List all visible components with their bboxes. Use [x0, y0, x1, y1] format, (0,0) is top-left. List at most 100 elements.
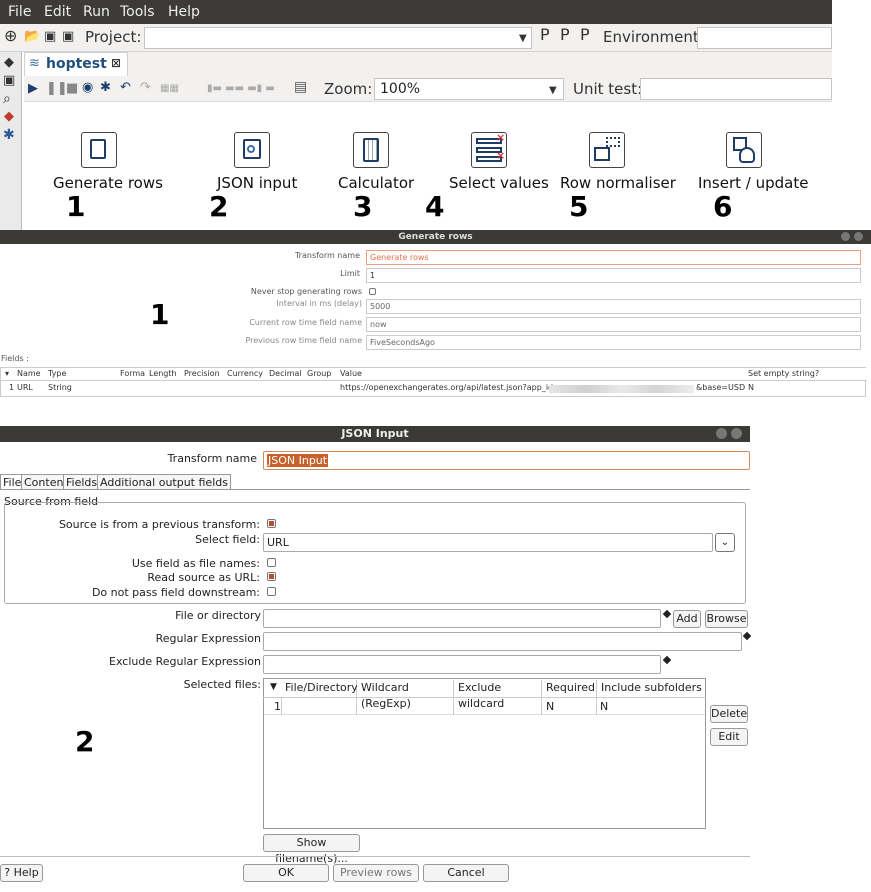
- column-header: Precision: [184, 369, 220, 378]
- open-icon[interactable]: 📂: [24, 30, 40, 44]
- row-normaliser-icon: [589, 132, 625, 168]
- help-button[interactable]: ? Help: [0, 864, 43, 882]
- show-filenames-button[interactable]: Show filename(s)...: [263, 834, 360, 865]
- tab-hoptest[interactable]: ≋ hoptest ⊠: [24, 52, 128, 76]
- column-header: Include subfolders: [597, 680, 704, 697]
- row-index: 1: [9, 383, 15, 392]
- project-add-icon[interactable]: P: [560, 27, 570, 43]
- metadata-perspective-icon[interactable]: ▣: [3, 74, 15, 88]
- zoom-value: 100%: [380, 81, 421, 97]
- table-row[interactable]: 1 N N: [264, 698, 705, 715]
- column-header: Name: [17, 369, 41, 378]
- plugins-icon[interactable]: ✱: [3, 128, 15, 142]
- redo-icon[interactable]: ↷: [140, 81, 151, 95]
- edit-button[interactable]: Edit: [710, 728, 748, 746]
- metrics-icon[interactable]: ▤: [294, 80, 307, 94]
- column-header: Wildcard (RegExp): [357, 680, 454, 710]
- redacted-app-id: [549, 385, 694, 393]
- environment-select[interactable]: [697, 27, 832, 49]
- menu-edit[interactable]: Edit: [44, 4, 71, 20]
- pause-icon[interactable]: ❚❚: [46, 82, 68, 96]
- pipeline-icon: ≋: [29, 56, 40, 71]
- source-prev-checkbox[interactable]: [267, 519, 276, 528]
- column-header: Exclude wildcard: [454, 680, 542, 710]
- exclude-regex-input[interactable]: [263, 655, 661, 674]
- chevron-down-icon[interactable]: ▼: [519, 32, 527, 46]
- git-icon[interactable]: ◆: [4, 110, 14, 124]
- json-input-icon: [234, 132, 270, 168]
- unit-test-select[interactable]: [640, 78, 832, 100]
- chevron-down-icon[interactable]: ⌄: [715, 533, 735, 552]
- help-label: Help: [13, 866, 39, 879]
- select-field-input[interactable]: URL: [263, 533, 713, 552]
- previous-row-input[interactable]: FiveSecondsAgo: [366, 335, 861, 350]
- source-prev-label: Source is from a previous transform:: [58, 518, 260, 531]
- file-tabs: ≋ hoptest ⊠: [24, 52, 832, 76]
- menu-help[interactable]: Help: [168, 4, 200, 20]
- search-icon[interactable]: ⌕: [3, 92, 11, 106]
- no-pass-checkbox[interactable]: [267, 587, 276, 596]
- never-stop-label: Never stop generating rows: [250, 287, 362, 296]
- fields-label: Fields :: [1, 354, 29, 363]
- tab-fields[interactable]: Fields: [63, 474, 101, 490]
- callout-number: 4: [425, 190, 445, 223]
- current-row-input[interactable]: now: [366, 317, 861, 332]
- save-as-icon[interactable]: ▣: [62, 30, 74, 44]
- transform-label: Calculator: [338, 174, 415, 192]
- environment-label: Environment:: [603, 28, 704, 46]
- pipeline-perspective-icon[interactable]: ◆: [4, 56, 14, 70]
- browse-button[interactable]: Browse: [705, 610, 748, 628]
- window-controls[interactable]: [710, 428, 748, 455]
- window-controls[interactable]: [837, 232, 867, 255]
- cell-value-prefix: https://openexchangerates.org/api/latest…: [340, 383, 560, 392]
- cancel-button[interactable]: Cancel: [423, 864, 509, 882]
- ok-button[interactable]: OK: [243, 864, 329, 882]
- column-header: Type: [48, 369, 67, 378]
- selected-files-label: Selected files:: [183, 678, 261, 691]
- add-button[interactable]: Add: [673, 610, 701, 628]
- transform-label: Select values: [449, 174, 549, 192]
- project-select[interactable]: [144, 27, 532, 49]
- stop-icon[interactable]: ■: [66, 82, 78, 96]
- delete-button[interactable]: Delete: [710, 705, 748, 723]
- interval-input[interactable]: 5000: [366, 299, 861, 314]
- pipeline-canvas[interactable]: Generate rows JSON input Calculator × × …: [23, 102, 832, 232]
- file-or-dir-input[interactable]: [263, 609, 661, 628]
- use-field-checkbox[interactable]: [267, 558, 276, 567]
- undo-icon[interactable]: ↶: [120, 81, 131, 95]
- align-icons-group[interactable]: ▮▬ ▬▬ ▬▮ ▬: [207, 82, 275, 96]
- chevron-down-icon[interactable]: ▼: [270, 682, 277, 692]
- tab-additional-output-fields[interactable]: Additional output fields: [97, 474, 231, 490]
- align-grid-icon[interactable]: ▦▦: [160, 82, 179, 96]
- transform-name-input[interactable]: JSON Input: [263, 451, 750, 470]
- table-row[interactable]: 1 URL String https://openexchangerates.o…: [1, 382, 867, 396]
- fields-table[interactable]: ▾ Name Type Forma Length Precision Curre…: [0, 367, 867, 397]
- run-icon[interactable]: ▶: [28, 82, 38, 96]
- save-icon[interactable]: ▣: [44, 30, 56, 44]
- new-icon[interactable]: ⊕: [4, 28, 17, 44]
- close-icon[interactable]: ⊠: [111, 56, 121, 70]
- project-delete-icon[interactable]: P: [580, 27, 590, 43]
- menu-run[interactable]: Run: [83, 4, 110, 20]
- menu-tools[interactable]: Tools: [120, 4, 155, 20]
- cell-include-subfolders: N: [600, 700, 609, 713]
- debug-icon[interactable]: ✱: [100, 81, 111, 95]
- column-header: Currency: [227, 369, 264, 378]
- column-header: Length: [149, 369, 177, 378]
- select-field-value: URL: [267, 536, 289, 549]
- limit-input[interactable]: 1: [366, 268, 861, 283]
- never-stop-checkbox[interactable]: [369, 288, 376, 295]
- perspective-bar: ◆ ▣ ⌕ ◆ ✱: [0, 52, 22, 232]
- limit-value: 1: [370, 271, 376, 280]
- table-header: ▾ Name Type Forma Length Precision Curre…: [1, 368, 867, 381]
- project-edit-icon[interactable]: P: [540, 27, 550, 43]
- read-url-checkbox[interactable]: [267, 572, 276, 581]
- generate-rows-icon: [81, 132, 117, 168]
- menu-file[interactable]: File: [8, 4, 31, 20]
- preview-icon[interactable]: ◉: [82, 81, 93, 95]
- zoom-select[interactable]: 100%: [374, 78, 564, 100]
- transform-name-input[interactable]: Generate rows: [366, 250, 861, 265]
- regex-input[interactable]: [263, 632, 742, 651]
- preview-rows-button[interactable]: Preview rows: [333, 864, 419, 882]
- chevron-down-icon[interactable]: ▼: [549, 84, 557, 98]
